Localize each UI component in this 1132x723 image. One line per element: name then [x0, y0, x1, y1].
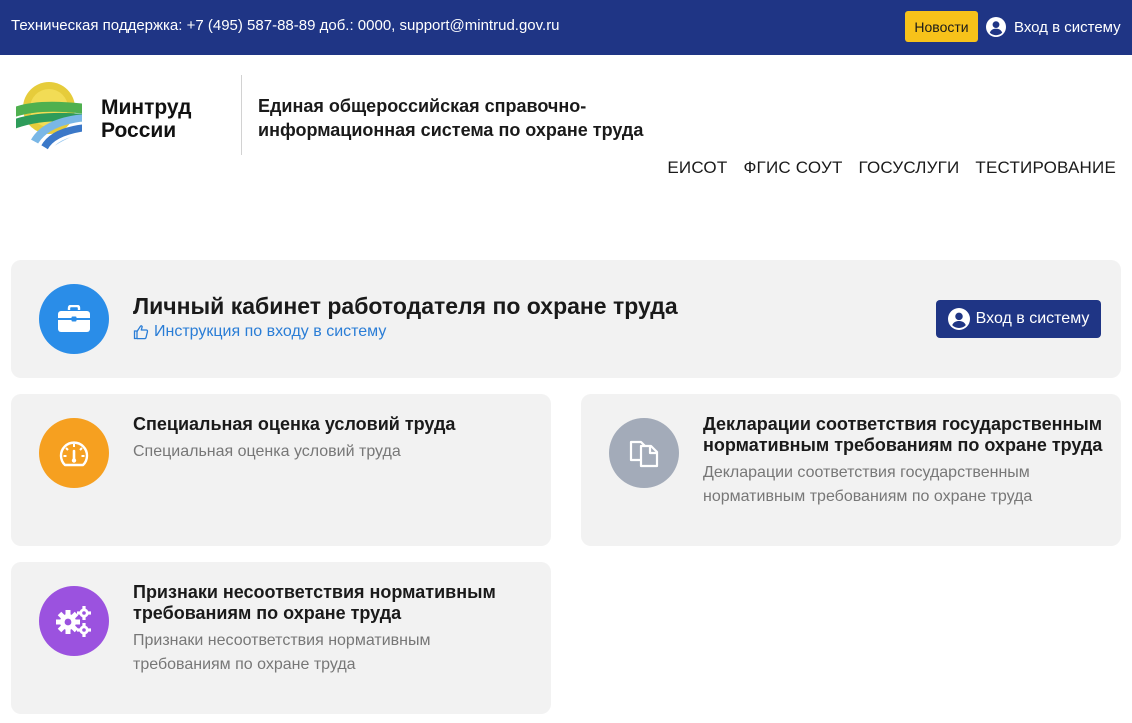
system-name: Единая общероссийская справочно-информац… [258, 96, 644, 140]
header-login-link[interactable]: Вход в систему [986, 15, 1121, 39]
nav-item-testing[interactable]: ТЕСТИРОВАНИЕ [975, 158, 1116, 178]
declarations-description: Декларации соответствия государственным … [703, 464, 1033, 505]
login-instruction-label: Инструкция по входу в систему [154, 323, 387, 340]
nonconformity-title: Признаки несоответствия нормативным треб… [133, 582, 496, 623]
nav-item-fgis-sout[interactable]: ФГИС СОУТ [743, 158, 842, 178]
declarations-title: Декларации соответствия государственным … [703, 414, 1103, 455]
declarations-card[interactable]: Декларации соответствия государственным … [581, 394, 1121, 546]
nonconformity-card[interactable]: Признаки несоответствия нормативным треб… [11, 562, 551, 714]
mintrud-logo[interactable] [16, 74, 82, 150]
sout-title: Специальная оценка условий труда [133, 414, 456, 434]
employer-cabinet-card: Личный кабинет работодателя по охране тр… [11, 260, 1121, 378]
nav-item-gosuslugi[interactable]: ГОСУСЛУГИ [859, 158, 960, 178]
header-login-label: Вход в систему [1014, 18, 1121, 36]
gauge-icon [39, 418, 109, 488]
user-circle-icon [947, 308, 970, 330]
support-contacts: Техническая поддержка: +7 (495) 587-88-8… [11, 17, 560, 34]
news-button[interactable]: Новости [905, 11, 978, 42]
nav-item-eisot[interactable]: ЕИСОТ [667, 158, 727, 178]
documents-icon [609, 418, 679, 488]
main-nav: ЕИСОТ ФГИС СОУТ ГОСУСЛУГИ ТЕСТИРОВАНИЕ [667, 158, 1116, 178]
briefcase-icon [39, 284, 109, 354]
header-divider [241, 75, 242, 155]
thumbs-up-icon [133, 325, 149, 340]
login-instruction-link[interactable]: Инструкция по входу в систему [133, 323, 386, 341]
sout-description: Специальная оценка условий труда [133, 443, 401, 460]
brand-line-1: Минтруд [101, 96, 192, 119]
user-circle-icon [986, 17, 1006, 37]
sout-card[interactable]: Специальная оценка условий труда Специал… [11, 394, 551, 546]
brand-line-2: России [101, 119, 177, 142]
nonconformity-description: Признаки несоответствия нормативным треб… [133, 632, 431, 673]
top-bar: Техническая поддержка: +7 (495) 587-88-8… [0, 0, 1132, 55]
brand-name: Минтруд России [101, 96, 191, 142]
login-button-label: Вход в систему [975, 310, 1090, 327]
login-button[interactable]: Вход в систему [936, 300, 1101, 338]
gears-icon [39, 586, 109, 656]
employer-cabinet-title: Личный кабинет работодателя по охране тр… [133, 293, 678, 319]
